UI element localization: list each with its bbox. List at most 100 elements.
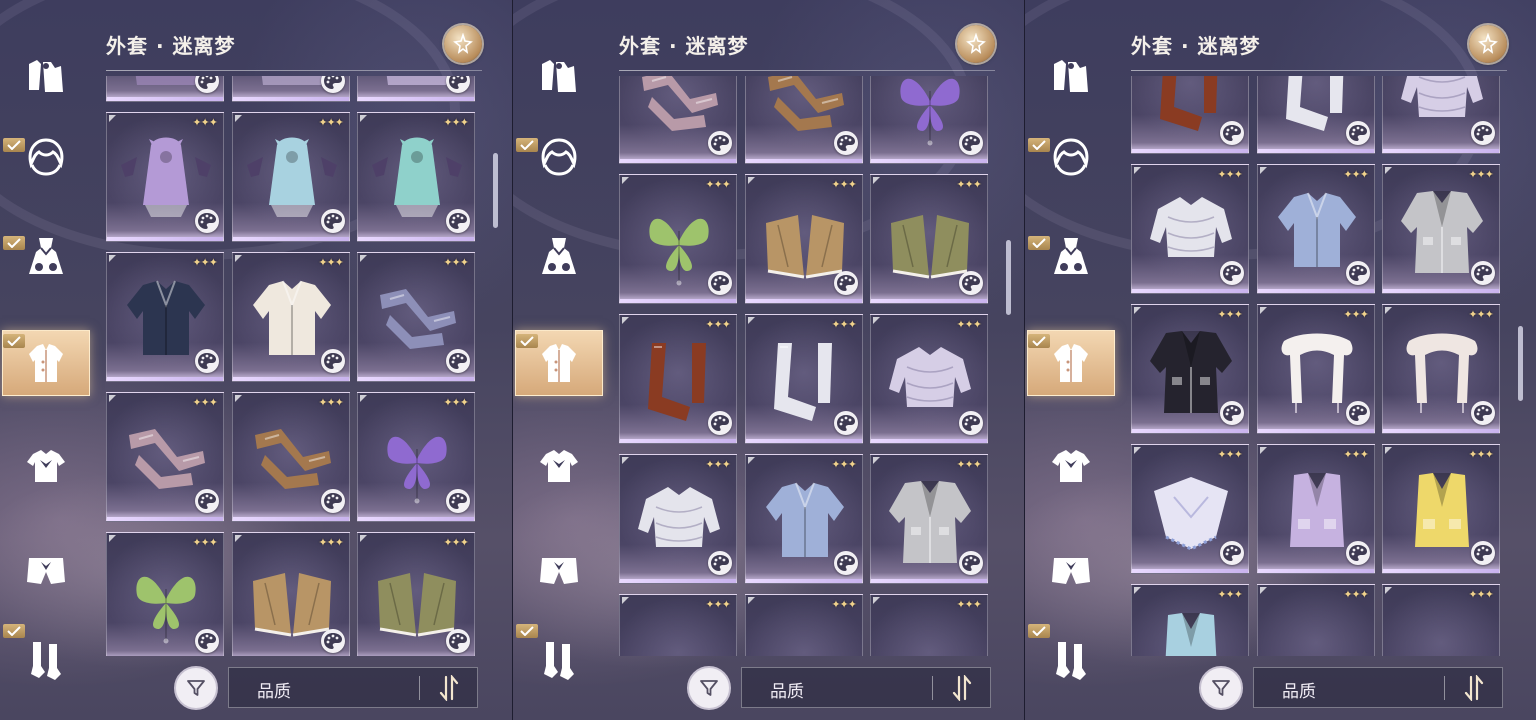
item-tile[interactable]: ✦✦✦ bbox=[619, 314, 737, 444]
item-tile[interactable]: ✦✦✦ bbox=[870, 454, 988, 584]
item-tile[interactable]: ✦✦✦ bbox=[870, 174, 988, 304]
item-tile[interactable] bbox=[1382, 76, 1500, 154]
item-tile[interactable]: ✦✦✦ bbox=[745, 174, 863, 304]
item-tile[interactable]: ✦✦✦ bbox=[106, 532, 224, 656]
item-grid[interactable]: ✦✦✦ ✦✦✦ ✦✦✦ ✦✦✦ ✦✦✦ ✦✦✦ ✦✦✦ ✦✦✦ ✦✦✦ ✦✦✦ ✦✦✦ ✦✦✦ bbox=[1131, 76, 1503, 656]
dye-palette-icon[interactable] bbox=[1220, 401, 1244, 425]
scrollbar-thumb[interactable] bbox=[1006, 239, 1011, 315]
dye-palette-icon[interactable] bbox=[195, 76, 219, 93]
filter-button[interactable] bbox=[687, 666, 731, 710]
dye-palette-icon[interactable] bbox=[1220, 541, 1244, 565]
item-tile[interactable]: ✦✦✦ bbox=[1131, 304, 1249, 434]
item-tile[interactable]: ✦✦✦ bbox=[106, 252, 224, 382]
category-hair[interactable] bbox=[2, 126, 90, 188]
category-hair[interactable] bbox=[515, 126, 603, 188]
item-tile[interactable]: ✦✦✦ bbox=[745, 454, 863, 584]
dye-palette-icon[interactable] bbox=[959, 411, 983, 435]
item-tile[interactable]: ✦✦✦ bbox=[1257, 444, 1375, 574]
filter-button[interactable] bbox=[1199, 666, 1243, 710]
item-tile[interactable]: ✦✦✦ bbox=[619, 174, 737, 304]
item-tile[interactable]: ✦✦✦ bbox=[1131, 444, 1249, 574]
scrollbar-thumb[interactable] bbox=[493, 153, 498, 229]
dye-palette-icon[interactable] bbox=[195, 629, 219, 653]
item-tile[interactable]: ✦✦✦ bbox=[870, 314, 988, 444]
item-tile[interactable] bbox=[745, 76, 863, 164]
dye-palette-icon[interactable] bbox=[1220, 121, 1244, 145]
item-tile[interactable]: ✦✦✦ bbox=[1382, 304, 1500, 434]
item-tile[interactable]: ✦✦✦ bbox=[357, 532, 475, 656]
dye-palette-icon[interactable] bbox=[1346, 541, 1370, 565]
category-dress[interactable] bbox=[515, 226, 603, 288]
sort-order-toggle[interactable] bbox=[433, 673, 465, 703]
item-tile[interactable]: ✦✦✦ bbox=[357, 112, 475, 242]
sort-dropdown[interactable]: 品质 bbox=[741, 667, 991, 708]
item-tile[interactable]: ✦✦✦ bbox=[745, 314, 863, 444]
dye-palette-icon[interactable] bbox=[1471, 401, 1495, 425]
item-tile[interactable]: ✦✦✦ bbox=[619, 594, 737, 656]
item-tile[interactable]: ✦✦✦ bbox=[1382, 444, 1500, 574]
dye-palette-icon[interactable] bbox=[321, 349, 345, 373]
dye-palette-icon[interactable] bbox=[195, 209, 219, 233]
dye-palette-icon[interactable] bbox=[1471, 261, 1495, 285]
dye-palette-icon[interactable] bbox=[708, 271, 732, 295]
item-tile[interactable]: ✦✦✦ bbox=[619, 454, 737, 584]
category-socks[interactable] bbox=[2, 630, 90, 692]
emblem-button[interactable] bbox=[444, 25, 482, 63]
item-tile[interactable]: ✦✦✦ bbox=[1382, 584, 1500, 656]
item-tile[interactable]: ✦✦✦ bbox=[1257, 164, 1375, 294]
dye-palette-icon[interactable] bbox=[446, 209, 470, 233]
item-tile[interactable] bbox=[1257, 76, 1375, 154]
dye-palette-icon[interactable] bbox=[446, 76, 470, 93]
dye-palette-icon[interactable] bbox=[321, 629, 345, 653]
category-outfit-set[interactable] bbox=[515, 46, 603, 108]
item-grid[interactable]: ✦✦✦ ✦✦✦ ✦✦✦ ✦✦✦ ✦✦✦ ✦✦✦ ✦✦✦ ✦✦✦ ✦✦✦ ✦✦✦ ✦✦✦ ✦✦✦ bbox=[619, 76, 991, 656]
dye-palette-icon[interactable] bbox=[708, 131, 732, 155]
dye-palette-icon[interactable] bbox=[708, 411, 732, 435]
category-outfit-set[interactable] bbox=[2, 46, 90, 108]
item-tile[interactable]: ✦✦✦ bbox=[232, 392, 350, 522]
dye-palette-icon[interactable] bbox=[1220, 261, 1244, 285]
item-tile[interactable]: ✦✦✦ bbox=[1131, 164, 1249, 294]
dye-palette-icon[interactable] bbox=[1471, 121, 1495, 145]
item-tile[interactable]: ✦✦✦ bbox=[106, 112, 224, 242]
dye-palette-icon[interactable] bbox=[1346, 261, 1370, 285]
item-tile[interactable] bbox=[870, 76, 988, 164]
sort-dropdown[interactable]: 品质 bbox=[1253, 667, 1503, 708]
item-tile[interactable]: ✦✦✦ bbox=[357, 392, 475, 522]
category-socks[interactable] bbox=[515, 630, 603, 692]
dye-palette-icon[interactable] bbox=[1346, 121, 1370, 145]
emblem-button[interactable] bbox=[957, 25, 995, 63]
dye-palette-icon[interactable] bbox=[959, 271, 983, 295]
scrollbar-thumb[interactable] bbox=[1518, 325, 1523, 401]
dye-palette-icon[interactable] bbox=[195, 349, 219, 373]
category-top[interactable] bbox=[2, 436, 90, 498]
emblem-button[interactable] bbox=[1469, 25, 1507, 63]
category-outfit-set[interactable] bbox=[1027, 46, 1115, 108]
dye-palette-icon[interactable] bbox=[834, 271, 858, 295]
dye-palette-icon[interactable] bbox=[708, 551, 732, 575]
sort-order-toggle[interactable] bbox=[946, 673, 978, 703]
category-hair[interactable] bbox=[1027, 126, 1115, 188]
item-tile[interactable]: ✦✦✦ bbox=[232, 112, 350, 242]
dye-palette-icon[interactable] bbox=[321, 209, 345, 233]
item-tile[interactable]: ✦✦✦ bbox=[1257, 584, 1375, 656]
dye-palette-icon[interactable] bbox=[321, 489, 345, 513]
dye-palette-icon[interactable] bbox=[834, 551, 858, 575]
category-bottom[interactable] bbox=[515, 540, 603, 602]
item-tile[interactable]: ✦✦✦ bbox=[870, 594, 988, 656]
item-tile[interactable]: ✦✦✦ bbox=[357, 252, 475, 382]
item-tile[interactable]: ✦✦✦ bbox=[357, 76, 475, 102]
item-tile[interactable]: ✦✦✦ bbox=[1382, 164, 1500, 294]
sort-dropdown[interactable]: 品质 bbox=[228, 667, 478, 708]
item-tile[interactable]: ✦✦✦ bbox=[1131, 584, 1249, 656]
item-grid[interactable]: ✦✦✦ ✦✦✦ ✦✦✦ ✦✦✦ ✦✦✦ ✦✦✦ ✦✦✦ ✦✦✦ ✦✦✦ ✦✦✦ ✦✦✦ ✦✦✦ ✦✦✦ ✦… bbox=[106, 76, 478, 656]
dye-palette-icon[interactable] bbox=[321, 76, 345, 93]
category-socks[interactable] bbox=[1027, 630, 1115, 692]
category-top[interactable] bbox=[515, 436, 603, 498]
category-bottom[interactable] bbox=[1027, 540, 1115, 602]
dye-palette-icon[interactable] bbox=[195, 489, 219, 513]
category-bottom[interactable] bbox=[2, 540, 90, 602]
dye-palette-icon[interactable] bbox=[959, 131, 983, 155]
item-tile[interactable] bbox=[1131, 76, 1249, 154]
dye-palette-icon[interactable] bbox=[834, 411, 858, 435]
